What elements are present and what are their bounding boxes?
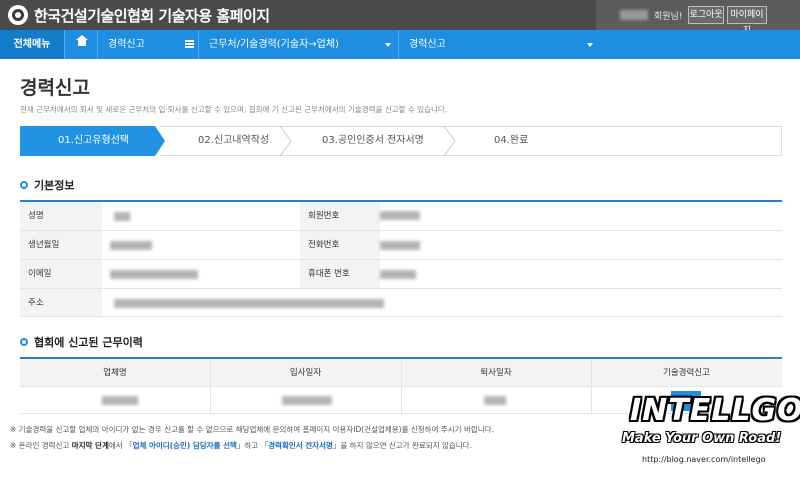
watermark-title: INTELLGO xyxy=(630,393,800,428)
nav-career-report[interactable]: 경력신고 xyxy=(98,30,198,59)
career-title: 협회에 신고된 근무이력 xyxy=(34,336,143,349)
step-4: 04.완료 xyxy=(494,135,529,146)
step-3: 03.공인인증서 전자서명 xyxy=(322,135,424,146)
step-progress: 01.신고유형선택 02.신고내역작성 03.공인인증서 전자서명 04.완료 xyxy=(20,126,782,156)
logo-icon[interactable] xyxy=(8,5,28,25)
info-row: 이메일 휴대폰 번호 xyxy=(20,260,782,289)
member-no-redacted xyxy=(380,211,420,220)
divider xyxy=(591,387,592,413)
email-value-redacted xyxy=(110,270,198,279)
chevron-down-icon[interactable] xyxy=(587,43,593,47)
nav-workplace-select[interactable]: 근무처/기술경력(기술자→업체) xyxy=(198,30,398,59)
home-button[interactable] xyxy=(64,30,98,59)
col-company: 업체명 xyxy=(103,368,127,378)
chevron-down-icon[interactable] xyxy=(385,43,391,47)
label-address: 주소 xyxy=(20,289,102,316)
all-menu-button[interactable]: 전체메뉴 xyxy=(0,30,64,59)
notice-2-prefix: ※ 온라인 경력신고 xyxy=(10,441,72,450)
watermark-url: http://blog.naver.com/intellego xyxy=(642,455,766,464)
basic-info-title: 기본정보 xyxy=(34,179,75,192)
user-area: 회원님! 로그아웃 마이페이지 xyxy=(596,0,800,36)
label-email: 이메일 xyxy=(20,260,102,288)
user-greeting: 회원님! xyxy=(654,12,683,22)
nav-bar: 전체메뉴 경력신고 근무처/기술경력(기술자→업체) 경력신고 xyxy=(0,30,800,59)
divider xyxy=(210,387,211,413)
blog-watermark: INTELLGO Make Your Own Road! http://blog… xyxy=(620,393,800,486)
company-redacted xyxy=(102,396,138,405)
page-description: 현재 근무처에서의 퇴사 및 새로운 근무처의 입·퇴사를 신고할 수 있으며,… xyxy=(20,105,448,114)
basic-info-heading: 기본정보 xyxy=(20,177,74,193)
logout-button[interactable]: 로그아웃 xyxy=(688,6,724,24)
notice-2-text: 에서 「 xyxy=(108,441,133,450)
page-title: 경력신고 xyxy=(20,77,90,99)
join-date-redacted xyxy=(282,396,332,405)
address-value-redacted xyxy=(114,299,384,308)
step-divider xyxy=(280,126,292,156)
col-leave-date: 퇴사일자 xyxy=(480,368,512,378)
bullet-icon xyxy=(20,338,28,346)
phone-value-redacted xyxy=(380,241,420,250)
notice-2-text: 」하고 「 xyxy=(236,441,269,450)
top-header: 한국건설기술인협회 기술자용 홈페이지 회원님! 로그아웃 마이페이지 xyxy=(0,0,800,36)
bullet-icon xyxy=(20,181,28,189)
site-title[interactable]: 한국건설기술인협회 기술자용 홈페이지 xyxy=(34,5,270,26)
info-row: 주소 xyxy=(20,289,782,317)
col-join-date: 입사일자 xyxy=(289,368,322,378)
notice-1: ※ 기술경력을 신고할 업체의 아이디가 없는 경우 신고를 할 수 없으므로 … xyxy=(10,425,494,434)
label-mobile: 휴대폰 번호 xyxy=(300,260,380,288)
notice-2-highlight-2: 경력확인서 전자서명 xyxy=(268,441,333,450)
step-2: 02.신고내역작성 xyxy=(198,135,270,146)
label-phone: 전화번호 xyxy=(300,231,380,259)
label-name: 성명 xyxy=(20,202,102,230)
info-row: 성명 회원번호 xyxy=(20,202,782,231)
name-value-redacted xyxy=(114,212,130,221)
notice-2-highlight-1: 업체 아이디(승인) 담당자를 선택 xyxy=(132,441,237,450)
leave-date-redacted xyxy=(484,396,506,405)
nav-sub-select[interactable]: 경력신고 xyxy=(398,30,598,59)
mobile-value-redacted xyxy=(380,270,416,279)
info-row: 생년월일 전화번호 xyxy=(20,231,782,260)
notice-2-suffix: 」을 하지 않으면 신고가 완료되지 않습니다. xyxy=(332,441,472,450)
notice-2-last-step: 마지막 단계 xyxy=(71,441,109,450)
birth-value-redacted xyxy=(110,241,152,250)
mypage-button[interactable]: 마이페이지 xyxy=(727,6,767,36)
basic-info-table: 성명 회원번호 생년월일 전화번호 이메일 휴대폰 번호 주소 xyxy=(20,200,782,317)
step-1: 01.신고유형선택 xyxy=(58,135,130,146)
divider xyxy=(401,387,402,413)
table-header-row: 업체명 입사일자 퇴사일자 기술경력신고 xyxy=(20,359,782,387)
notice-2: ※ 온라인 경력신고 마지막 단계에서 「업체 아이디(승인) 담당자를 선택」… xyxy=(10,440,472,451)
home-icon xyxy=(76,35,88,48)
career-heading: 협회에 신고된 근무이력 xyxy=(20,334,143,350)
col-career-report: 기술경력신고 xyxy=(663,368,710,378)
watermark-slogan: Make Your Own Road! xyxy=(622,431,782,446)
label-member-no: 회원번호 xyxy=(300,202,380,230)
label-birth: 생년월일 xyxy=(20,231,102,259)
menu-icon[interactable] xyxy=(185,40,194,48)
user-name-redacted xyxy=(620,10,648,20)
step-divider xyxy=(444,126,456,156)
